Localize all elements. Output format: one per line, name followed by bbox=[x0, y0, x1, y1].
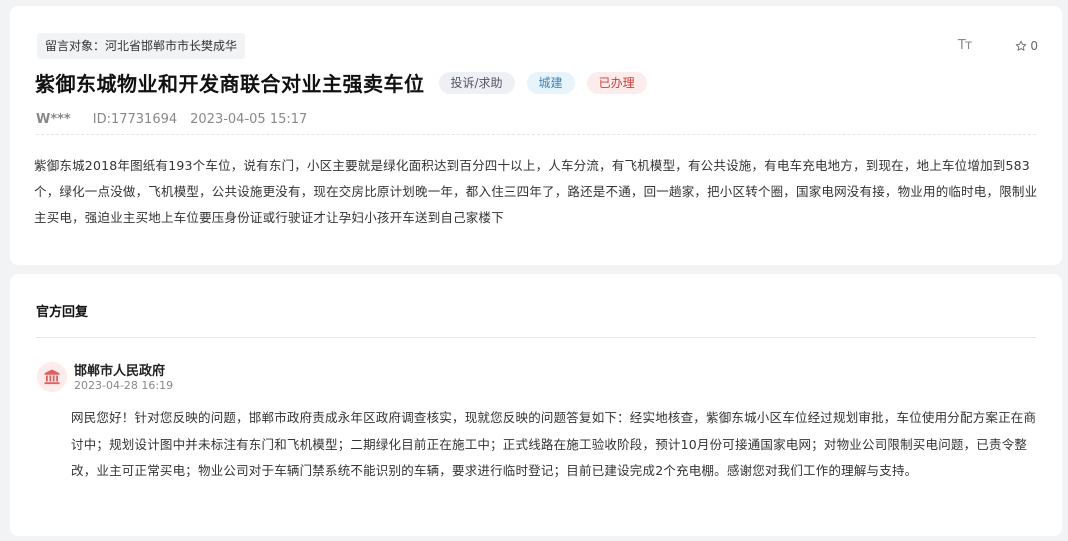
message-id: ID:17731694 bbox=[92, 112, 178, 127]
divider bbox=[36, 337, 1036, 338]
favorite-button[interactable]: 0 bbox=[1015, 39, 1038, 53]
message-target-tag: 留言对象：河北省邯郸市市长樊成华 bbox=[37, 33, 246, 59]
type-tag: 投诉/求助 bbox=[438, 71, 515, 94]
divider bbox=[36, 134, 1036, 135]
category-tag: 城建 bbox=[526, 71, 575, 94]
message-title: 紫御东城物业和开发商联合对业主强卖车位 bbox=[35, 72, 425, 96]
star-icon bbox=[1016, 40, 1027, 51]
message-content: 紫御东城2018年图纸有193个车位，说有东门，小区主要就是绿化面积达到百分四十… bbox=[34, 158, 1038, 225]
message-card: 留言对象：河北省邯郸市市长樊成华 Tт 0 紫御东城物业和开发商联合对业主强卖车… bbox=[10, 6, 1062, 265]
title-row: 紫御东城物业和开发商联合对业主强卖车位 投诉/求助 城建 已办理 bbox=[35, 68, 647, 97]
reply-heading: 官方回复 bbox=[36, 305, 89, 320]
government-building-icon bbox=[44, 369, 60, 385]
status-badge: 已办理 bbox=[586, 71, 647, 94]
message-toolbar: Tт 0 bbox=[958, 38, 1038, 53]
official-reply-card: 官方回复 邯郸市人民政府 2023-04-28 16:19 网民您好！针对您反映… bbox=[10, 274, 1062, 536]
favorite-count: 0 bbox=[1030, 38, 1038, 53]
message-meta: W*** ID:17731694 2023-04-05 15:17 bbox=[36, 112, 307, 127]
font-size-icon[interactable]: Tт bbox=[958, 38, 972, 53]
reply-org-name: 邯郸市人民政府 bbox=[74, 364, 166, 379]
avatar bbox=[37, 362, 67, 392]
message-time: 2023-04-05 15:17 bbox=[190, 112, 308, 127]
message-user: W*** bbox=[36, 112, 71, 127]
reply-time: 2023-04-28 16:19 bbox=[74, 379, 174, 392]
reply-content: 网民您好！针对您反映的问题，邯郸市政府责成永年区政府调查核实，现就您反映的问题答… bbox=[71, 410, 1037, 478]
